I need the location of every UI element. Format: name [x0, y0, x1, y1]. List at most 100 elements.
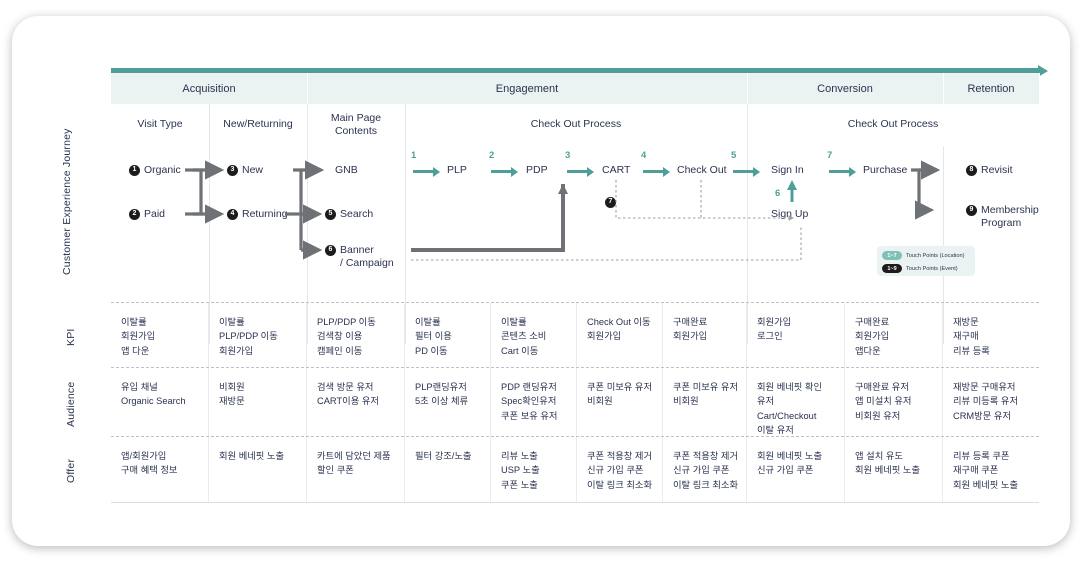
- node-label: Membership: [981, 204, 1039, 216]
- cell-line: 회원 베네핏 노출: [219, 451, 285, 461]
- cell-line: PLP/PDP 이동: [317, 317, 376, 327]
- cell-line: 콘텐츠 소비: [501, 331, 547, 342]
- cell-line: 회원가입: [673, 331, 708, 342]
- cell-line: 비회원 유저: [855, 410, 901, 421]
- cell-line: PLP랜딩유저: [415, 382, 467, 392]
- row-kpi: 이탈률 회원가입 앱 다운 이탈률 PLP/PDP 이동 회원가입 PLP/PDP 이동 검색…: [111, 302, 1039, 368]
- node-paid[interactable]: 2 Paid: [129, 208, 165, 221]
- cell-line: 캠페인 이동: [317, 345, 363, 356]
- phase-engagement[interactable]: Engagement: [307, 73, 748, 104]
- node-membership-program[interactable]: 9 Membership Program: [966, 204, 1039, 229]
- badge-1: 1: [129, 165, 140, 176]
- axis-label-offer: Offer: [65, 458, 77, 484]
- cell-line: 재방문: [953, 317, 979, 327]
- badge-3: 3: [227, 165, 238, 176]
- cell-line: 이탈률: [121, 317, 147, 327]
- cell-offer-2: 회원 베네핏 노출: [209, 437, 307, 503]
- cell-line: 유입 채널: [121, 382, 158, 392]
- node-gnb[interactable]: GNB: [335, 164, 358, 177]
- cell-audience-8: 회원 베네핏 확인 유저 Cart/Checkout 이탈 유저: [747, 368, 845, 437]
- cell-line: 회원가입: [757, 317, 792, 327]
- node-new[interactable]: 3 New: [227, 164, 263, 177]
- cell-line: 리뷰 등록: [953, 345, 990, 356]
- cell-offer-4: 필터 강조/노출: [405, 437, 491, 503]
- cell-line: 할인 쿠폰: [317, 465, 354, 476]
- cell-line: Spec확인유저: [501, 396, 557, 407]
- node-signup[interactable]: Sign Up: [771, 208, 808, 221]
- row-audience: 유입 채널 Organic Search 비회원 재방문 검색 방문 유저 CART이용 …: [111, 367, 1039, 437]
- cell-line: 구매완료 유저: [855, 382, 909, 392]
- flow-arrow-7: [829, 166, 857, 177]
- legend-row-location: 1~7 Touch Points (Location): [882, 250, 970, 261]
- phase-conversion[interactable]: Conversion: [747, 73, 944, 104]
- journey-map-page: Customer Experience Journey KPI Audience…: [0, 0, 1092, 562]
- cell-line: CRM방문 유저: [953, 410, 1011, 421]
- cell-line: 회원가입: [855, 331, 890, 342]
- cell-line: 유저: [757, 396, 775, 407]
- node-plp[interactable]: PLP: [447, 164, 467, 177]
- cell-line: 검색창 이용: [317, 331, 363, 342]
- phase-acquisition[interactable]: Acquisition: [111, 73, 308, 104]
- subheader-visit-type: Visit Type: [111, 104, 210, 146]
- cell-offer-9: 앱 설치 유도 회원 베네핏 노출: [845, 437, 943, 503]
- row-bottom-border: [111, 502, 1039, 504]
- flow-arrow-3: [567, 166, 595, 177]
- node-pdp[interactable]: PDP: [526, 164, 548, 177]
- node-label: Search: [340, 208, 374, 220]
- cell-line: PLP/PDP 이동: [219, 331, 278, 342]
- cell-audience-1: 유입 채널 Organic Search: [111, 368, 209, 437]
- cell-line: PD 이동: [415, 345, 448, 356]
- node-purchase[interactable]: Purchase: [863, 164, 907, 177]
- cell-line: 비회원: [219, 382, 245, 392]
- cell-line: 검색 방문 유저: [317, 382, 374, 392]
- cell-line: 회원가입: [121, 331, 156, 342]
- node-label: Paid: [144, 208, 166, 220]
- cell-offer-10: 리뷰 등록 쿠폰 재구매 쿠폰 회원 베네핏 노출: [943, 437, 1039, 503]
- cell-line: 5초 이상 체류: [415, 396, 469, 407]
- flow-arrow-7-number: 7: [827, 150, 833, 161]
- badge-9: 9: [966, 205, 977, 216]
- subheader-checkout-process-engagement: Check Out Process: [405, 104, 748, 146]
- node-search[interactable]: 5 Search: [325, 208, 373, 221]
- node-checkout[interactable]: Check Out: [677, 164, 727, 177]
- cell-line: 이탈 링크 최소화: [587, 479, 653, 490]
- node-banner-campaign[interactable]: 6 Banner / Campaign: [325, 244, 394, 269]
- cell-line: 이탈률: [501, 317, 527, 327]
- node-cart[interactable]: CART: [602, 164, 630, 177]
- cell-line: 앱 다운: [121, 345, 150, 356]
- node-label-2: Program: [981, 216, 1022, 229]
- cell-line: Organic Search: [121, 396, 186, 407]
- cell-line: 리뷰 미등록 유저: [953, 396, 1019, 407]
- badge-7-marker: 7: [605, 196, 616, 208]
- node-label: Organic: [144, 164, 181, 176]
- cell-audience-5: PDP 랜딩유저 Spec확인유저 쿠폰 보유 유저: [491, 368, 577, 437]
- cell-line: 구매완료: [673, 317, 708, 327]
- node-organic[interactable]: 1 Organic: [129, 164, 181, 177]
- cell-line: 회원 베네핏 노출: [757, 451, 823, 461]
- legend-pill-event: 1~9: [882, 264, 902, 273]
- node-revisit[interactable]: 8 Revisit: [966, 164, 1013, 177]
- node-signin[interactable]: Sign In: [771, 164, 804, 177]
- cell-line: 앱다운: [855, 345, 881, 356]
- cell-kpi-5: 이탈률 콘텐츠 소비 Cart 이동: [491, 303, 577, 368]
- flow-arrow-3-number: 3: [565, 150, 571, 161]
- flow-arrow-1-number: 1: [411, 150, 417, 161]
- cell-line: 재구매: [953, 331, 979, 342]
- legend-label-location: Touch Points (Location): [906, 252, 965, 259]
- cell-line: 앱 미설치 유저: [855, 396, 912, 407]
- node-returning[interactable]: 4 Returning: [227, 208, 288, 221]
- flow-arrow-4-number: 4: [641, 150, 647, 161]
- phase-retention[interactable]: Retention: [943, 73, 1040, 104]
- node-label: Returning: [242, 208, 288, 220]
- subheader-row: Visit Type New/Returning Main Page Conten…: [111, 104, 1039, 147]
- cell-line: 로그인: [757, 331, 783, 342]
- cell-audience-3: 검색 방문 유저 CART이용 유저: [307, 368, 405, 437]
- subheader-checkout-process-conversion: Check Out Process: [847, 118, 939, 131]
- node-label-2: / Campaign: [340, 256, 394, 269]
- cell-line: Check Out 이동: [587, 317, 651, 327]
- cell-offer-5: 리뷰 노출 USP 노출 쿠폰 노출: [491, 437, 577, 503]
- cell-offer-3: 카트에 담았던 제품 할인 쿠폰: [307, 437, 405, 503]
- cell-line: 회원 베네핏 확인: [757, 382, 823, 392]
- cell-offer-6: 쿠폰 적용창 제거 신규 가입 쿠폰 이탈 링크 최소화: [577, 437, 663, 503]
- cell-line: PDP 랜딩유저: [501, 382, 557, 392]
